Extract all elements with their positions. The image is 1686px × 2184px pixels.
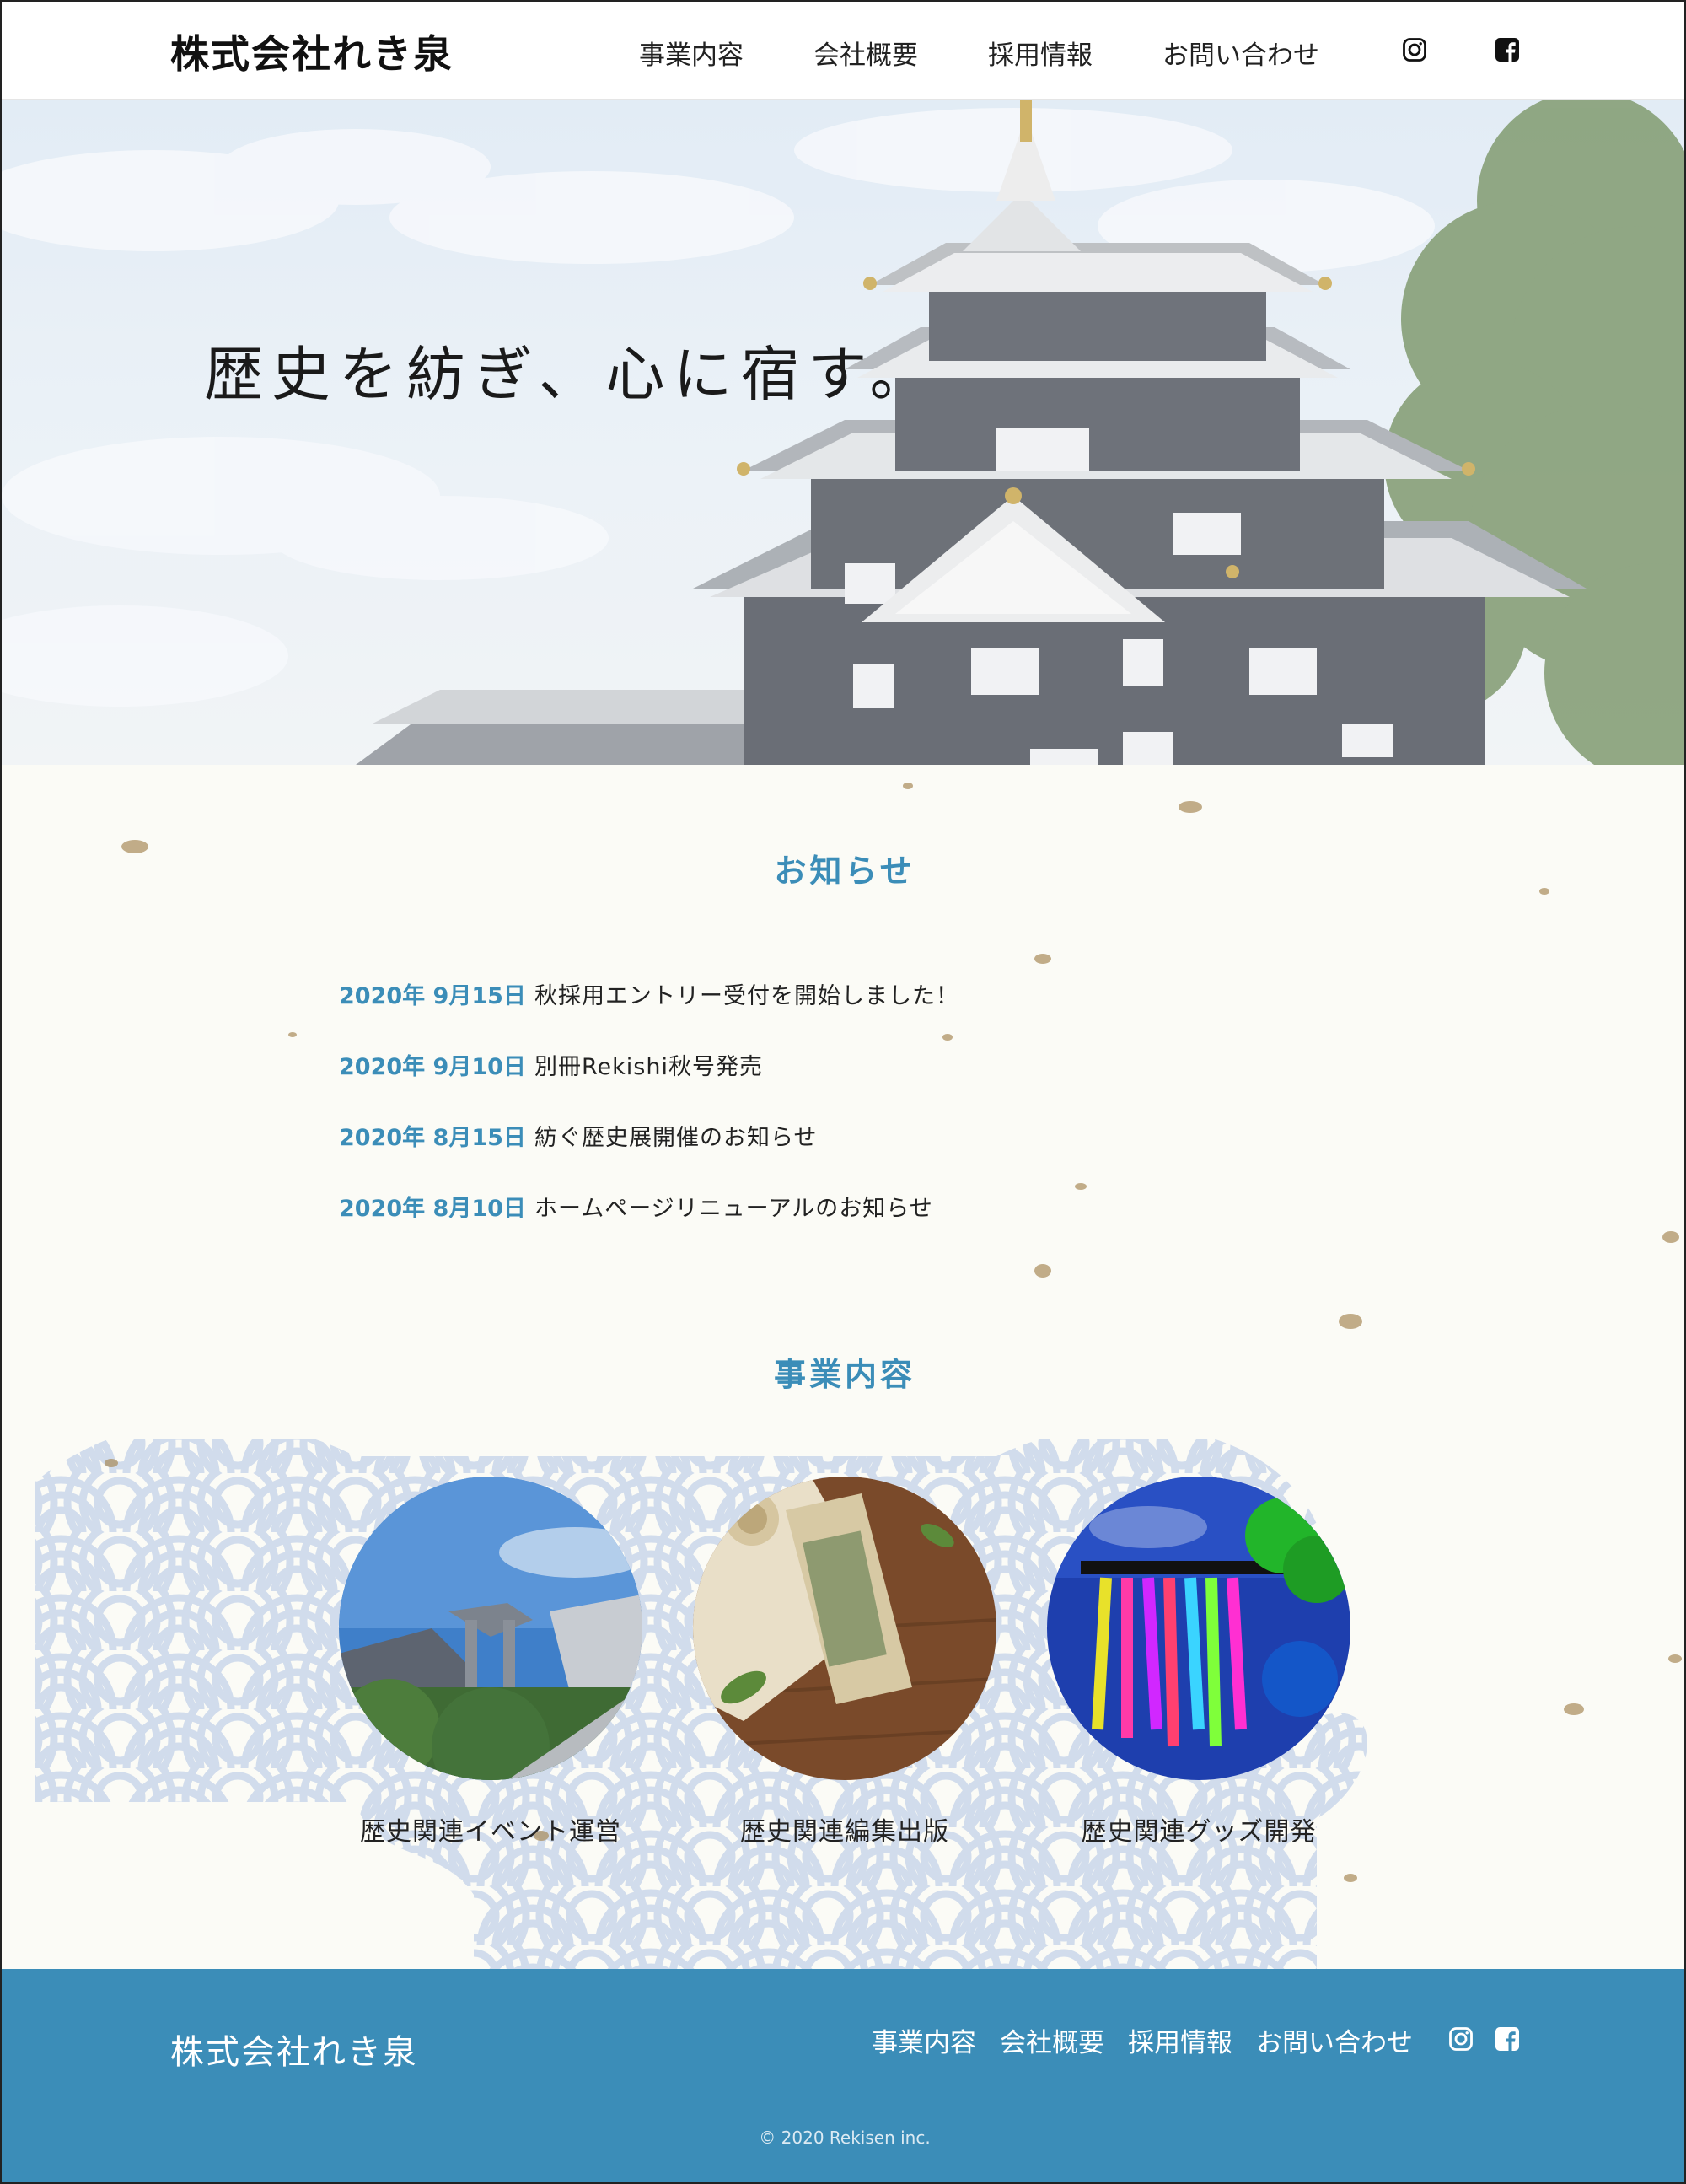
nav-link-recruit[interactable]: 採用情報	[988, 34, 1093, 72]
business-label[interactable]: 歴史関連グッズ開発	[1047, 1810, 1350, 1848]
facebook-icon[interactable]	[1495, 2026, 1520, 2052]
news-item[interactable]: 2020年 9月15日 秋採用エントリー受付を開始しました！	[339, 977, 959, 1048]
business-card-goods[interactable]: 歴史関連グッズ開発	[1047, 1477, 1350, 1848]
footer-link-contact[interactable]: お問い合わせ	[1256, 2021, 1413, 2059]
news-title-link[interactable]: 秋採用エントリー受付を開始しました！	[534, 977, 959, 1010]
business-label[interactable]: 歴史関連イベント運営	[339, 1810, 642, 1848]
news-title-link[interactable]: ホームページリニューアルのお知らせ	[534, 1190, 933, 1223]
site-header: 株式会社れき泉 事業内容 会社概要 採用情報 お問い合わせ	[2, 2, 1684, 100]
news-title-link[interactable]: 別冊Rekishi秋号発売	[534, 1048, 763, 1081]
news-item[interactable]: 2020年 8月15日 紡ぐ歴史展開催のお知らせ	[339, 1119, 959, 1190]
business-heading: 事業内容	[773, 1356, 915, 1393]
news-item[interactable]: 2020年 8月10日 ホームページリニューアルのお知らせ	[339, 1190, 959, 1261]
castle-hero-image	[2, 100, 1684, 765]
copyright: © 2020 Rekisen inc.	[759, 2128, 931, 2148]
instagram-icon[interactable]	[1402, 37, 1427, 62]
page: 株式会社れき泉 事業内容 会社概要 採用情報 お問い合わせ 歴史を紡ぎ、心に宿す…	[0, 0, 1686, 2184]
main-nav: 事業内容 会社概要 採用情報 お問い合わせ	[639, 34, 1319, 72]
news-date: 2020年 9月15日	[339, 983, 526, 1009]
instagram-icon[interactable]	[1448, 2026, 1474, 2052]
nav-link-contact[interactable]: お問い合わせ	[1162, 34, 1319, 72]
publishing-books-photo[interactable]	[693, 1477, 996, 1780]
footer-link-recruit[interactable]: 採用情報	[1128, 2021, 1232, 2059]
news-list: 2020年 9月15日 秋採用エントリー受付を開始しました！ 2020年 9月1…	[339, 977, 959, 1261]
news-date: 2020年 8月15日	[339, 1125, 526, 1151]
goods-keychains-photo[interactable]	[1047, 1477, 1350, 1780]
footer-logo[interactable]: 株式会社れき泉	[170, 2025, 418, 2074]
news-item[interactable]: 2020年 9月10日 別冊Rekishi秋号発売	[339, 1048, 959, 1119]
footer-link-business[interactable]: 事業内容	[872, 2021, 976, 2059]
business-card-publishing[interactable]: 歴史関連編集出版	[693, 1477, 996, 1848]
business-label[interactable]: 歴史関連編集出版	[693, 1810, 996, 1848]
footer-nav: 事業内容 会社概要 採用情報 お問い合わせ	[872, 2021, 1413, 2059]
site-footer: 株式会社れき泉 事業内容 会社概要 採用情報 お問い合わせ © 2020 Rek…	[2, 1969, 1684, 2182]
news-heading: お知らせ	[774, 853, 915, 890]
facebook-icon[interactable]	[1495, 37, 1520, 62]
hero-catchcopy: 歴史を紡ぎ、心に宿す。	[204, 340, 937, 409]
news-title-link[interactable]: 紡ぐ歴史展開催のお知らせ	[534, 1119, 817, 1152]
footer-link-company[interactable]: 会社概要	[1000, 2021, 1104, 2059]
news-date: 2020年 8月10日	[339, 1196, 526, 1222]
nav-link-business[interactable]: 事業内容	[639, 34, 744, 72]
nav-link-company[interactable]: 会社概要	[813, 34, 918, 72]
hero: 歴史を紡ぎ、心に宿す。	[2, 100, 1684, 765]
event-venue-photo[interactable]	[339, 1477, 642, 1780]
site-logo[interactable]: 株式会社れき泉	[170, 24, 454, 79]
main-content: お知らせ 2020年 9月15日 秋採用エントリー受付を開始しました！ 2020…	[2, 765, 1684, 1969]
business-card-event[interactable]: 歴史関連イベント運営	[339, 1477, 642, 1848]
news-date: 2020年 9月10日	[339, 1054, 526, 1080]
